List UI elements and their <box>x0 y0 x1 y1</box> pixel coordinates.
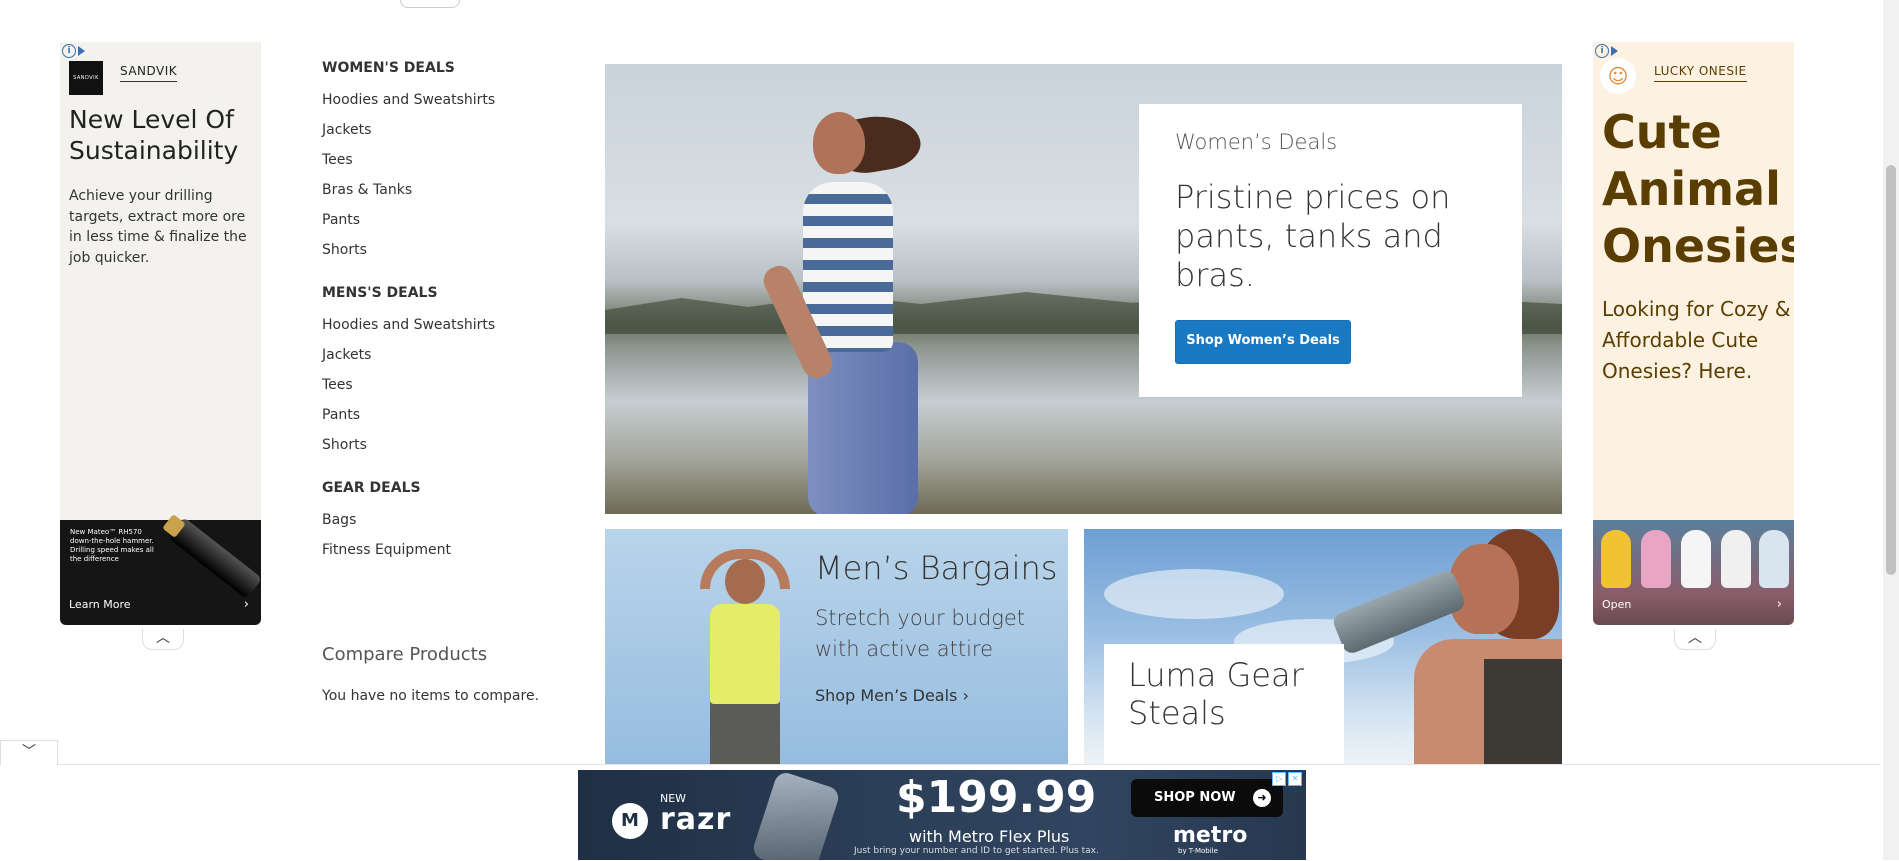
ad-headline[interactable]: Cute Animal Onesies <box>1602 104 1794 275</box>
ad-brand-name[interactable]: LUCKY ONESIE <box>1654 64 1747 82</box>
phone-image <box>750 770 842 860</box>
chevron-right-icon: › <box>243 597 249 612</box>
nav-link-gear-bags[interactable]: Bags <box>322 511 572 541</box>
arrow-right-icon: ➜ <box>1253 789 1271 807</box>
nav-link-mens-hoodies[interactable]: Hoodies and Sweatshirts <box>322 316 572 346</box>
chevron-up-icon: ︿ <box>156 630 170 646</box>
motorola-logo: M <box>612 803 648 839</box>
mens-tile-title: Men’s Bargains <box>815 549 1058 587</box>
nav-link-womens-tees[interactable]: Tees <box>322 151 572 181</box>
compare-products-title: Compare Products <box>322 644 488 665</box>
deals-sidebar-nav: WOMEN'S DEALS Hoodies and Sweatshirts Ja… <box>322 60 572 585</box>
shop-now-label: SHOP NOW <box>1154 790 1236 805</box>
runner-image <box>759 109 925 514</box>
nav-section-title: GEAR DEALS <box>322 480 421 496</box>
drill-image <box>167 516 261 600</box>
sandvik-logo: SANDVIK <box>69 61 103 95</box>
onesie-image <box>1759 530 1789 588</box>
nav-section-title: MENS'S DEALS <box>322 285 438 301</box>
adchoices-icon[interactable]: i <box>62 44 88 58</box>
nav-link-mens-shorts[interactable]: Shorts <box>322 436 572 466</box>
ad-body: Looking for Cozy & Affordable Cute Onesi… <box>1602 297 1791 383</box>
nav-section-mens: MENS'S DEALS Hoodies and Sweatshirts Jac… <box>322 285 572 466</box>
ad-body: Achieve your drilling targets, extract m… <box>69 188 247 266</box>
left-ad-collapse-button[interactable]: ︿ <box>142 629 184 650</box>
page-scrollbar-thumb[interactable] <box>1886 165 1896 575</box>
shop-now-button[interactable]: SHOP NOW ➜ <box>1131 779 1283 817</box>
chevron-right-icon: › <box>1776 597 1782 612</box>
man-stretching-image <box>700 549 790 765</box>
left-sidebar-ad[interactable]: i SANDVIK SANDVIK New Level Of Sustainab… <box>60 42 261 625</box>
ad-headline[interactable]: New Level Of Sustainability <box>69 104 254 166</box>
ad-price: $199.99 <box>896 772 1097 823</box>
lucky-onesie-logo: ☺ <box>1600 58 1636 94</box>
shop-womens-deals-button[interactable]: Shop Women’s Deals <box>1175 320 1351 364</box>
top-dropdown-stub[interactable] <box>400 0 460 8</box>
luma-gear-steals-tile[interactable]: Luma Gear Steals <box>1084 529 1562 765</box>
nav-link-womens-hoodies[interactable]: Hoodies and Sweatshirts <box>322 91 572 121</box>
ad-product-name: razr <box>660 802 732 837</box>
nav-link-womens-bras-tanks[interactable]: Bras & Tanks <box>322 181 572 211</box>
gear-promo-card: Luma Gear Steals <box>1104 644 1344 765</box>
nav-link-womens-jackets[interactable]: Jackets <box>322 121 572 151</box>
womens-deals-hero[interactable]: Women’s Deals Pristine prices on pants, … <box>605 64 1562 514</box>
nav-link-womens-shorts[interactable]: Shorts <box>322 241 572 271</box>
ad-image[interactable]: New Mateo™ RH570 down-the-hole hammer. D… <box>60 516 261 625</box>
ad-plan: with Metro Flex Plus <box>909 827 1070 846</box>
hero-promo-card: Women’s Deals Pristine prices on pants, … <box>1139 104 1522 397</box>
onesie-image <box>1721 530 1751 588</box>
onesie-image <box>1681 530 1711 588</box>
mens-bargains-tile[interactable]: Men’s Bargains Stretch your budget with … <box>605 529 1068 765</box>
open-link[interactable]: Open <box>1602 598 1631 611</box>
cloud-shape <box>1104 569 1284 619</box>
metro-sub-brand: by T-Mobile <box>1178 847 1218 855</box>
shop-mens-deals-link[interactable]: Shop Men’s Deals › <box>815 686 969 705</box>
woman-sports-top <box>1484 659 1562 765</box>
razr-banner-ad[interactable]: M NEW razr $199.99 with Metro Flex Plus … <box>578 770 1306 860</box>
nav-section-gear: GEAR DEALS Bags Fitness Equipment <box>322 480 572 571</box>
ad-image[interactable]: Open › <box>1593 520 1794 625</box>
gear-tile-title: Luma Gear Steals <box>1128 656 1304 732</box>
nav-section-title: WOMEN'S DEALS <box>322 60 455 76</box>
nav-link-womens-pants[interactable]: Pants <box>322 211 572 241</box>
bottom-ad-collapse-button[interactable]: ﹀ <box>0 740 58 765</box>
hero-headline: Pristine prices on pants, tanks and bras… <box>1175 178 1451 294</box>
chevron-up-icon: ︿ <box>1688 630 1702 646</box>
compare-empty-message: You have no items to compare. <box>322 688 540 704</box>
onesie-image <box>1601 530 1631 588</box>
nav-link-mens-pants[interactable]: Pants <box>322 406 572 436</box>
nav-link-gear-fitness[interactable]: Fitness Equipment <box>322 541 572 571</box>
nav-link-mens-jackets[interactable]: Jackets <box>322 346 572 376</box>
adchoices-icon[interactable]: i <box>1595 44 1621 58</box>
ad-image-caption: New Mateo™ RH570 down-the-hole hammer. D… <box>70 528 154 563</box>
onesie-image <box>1641 530 1671 588</box>
chevron-down-icon: ﹀ <box>22 744 36 760</box>
mens-tile-subtitle: Stretch your budget with active attire <box>815 606 1026 661</box>
adchoices-icon[interactable]: ▷ ✕ <box>1272 772 1302 786</box>
nav-section-womens: WOMEN'S DEALS Hoodies and Sweatshirts Ja… <box>322 60 572 271</box>
ad-brand-name[interactable]: SANDVIK <box>120 64 178 82</box>
nav-link-mens-tees[interactable]: Tees <box>322 376 572 406</box>
right-ad-collapse-button[interactable]: ︿ <box>1674 629 1716 650</box>
metro-logo: metro <box>1173 823 1248 848</box>
learn-more-link[interactable]: Learn More <box>69 598 131 611</box>
hero-kicker: Women’s Deals <box>1175 130 1338 154</box>
ad-fine-print: Just bring your number and ID to get sta… <box>854 846 1099 856</box>
right-sidebar-ad[interactable]: i ☺ LUCKY ONESIE Cute Animal Onesies Loo… <box>1593 42 1794 625</box>
